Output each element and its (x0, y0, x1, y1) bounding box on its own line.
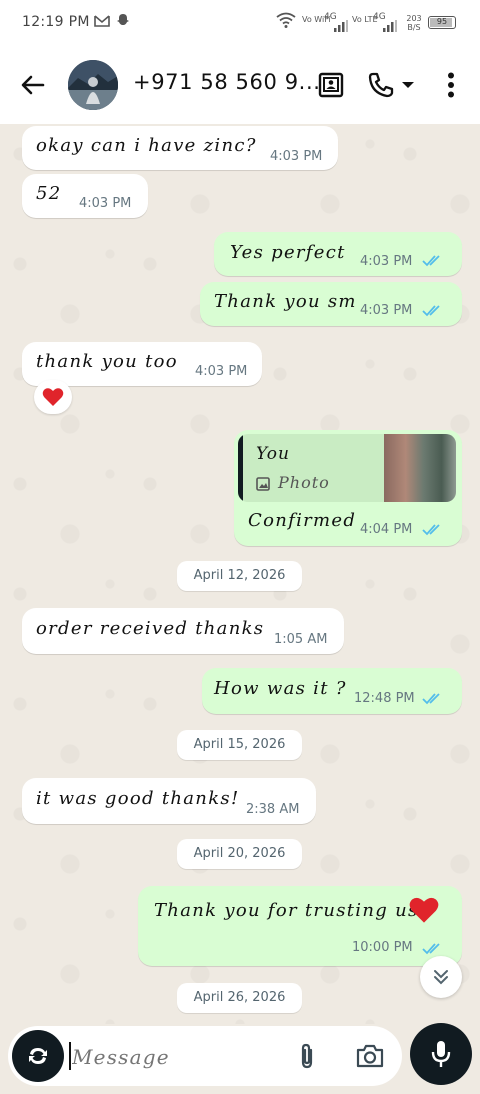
snapchat-icon (116, 13, 130, 31)
reply-sender: You (256, 444, 290, 464)
attach-icon[interactable] (292, 1040, 322, 1072)
heart-icon (409, 897, 439, 923)
message-text: Thank you sm (214, 291, 357, 312)
message-input[interactable] (70, 1036, 274, 1078)
message-time: 4:04 PM (360, 522, 413, 537)
date-separator: April 26, 2026 (177, 983, 302, 1013)
quoted-reply[interactable]: You Photo (238, 434, 456, 502)
signal-icon-2 (383, 18, 397, 36)
reply-bar (238, 434, 243, 502)
reply-kind: Photo (278, 473, 330, 492)
message-text: Thank you for trusting us (154, 900, 419, 921)
voice-message-button[interactable] (410, 1023, 472, 1085)
battery-level: 95 (436, 17, 448, 26)
chat-header: +971 58 560 9... (0, 48, 480, 124)
message-time: 1:05 AM (274, 632, 328, 647)
message-text: Yes perfect (230, 242, 346, 263)
date-separator: April 15, 2026 (177, 730, 302, 760)
phone-icon[interactable] (364, 68, 398, 102)
contact-title[interactable]: +971 58 560 9... (133, 70, 321, 94)
avatar[interactable] (68, 60, 118, 110)
message-time: 4:03 PM (79, 196, 132, 211)
sticker-button[interactable] (12, 1030, 64, 1082)
message-time: 4:03 PM (360, 254, 413, 269)
scroll-down-button[interactable] (420, 956, 462, 998)
date-separator: April 20, 2026 (177, 839, 302, 869)
photo-thumbnail[interactable] (384, 434, 456, 502)
image-icon (256, 477, 270, 491)
net-speed-label: 203 B/S (406, 14, 422, 32)
read-tick-icon (422, 943, 440, 955)
message-text: okay can i have zinc? (36, 135, 257, 156)
message-text: order received thanks (36, 618, 265, 639)
status-bar: 12:19 PM Vo WiFi 4G Vo LTE 4G 203 B/S 95 (0, 0, 480, 48)
message-bubble-incoming[interactable]: it was good thanks! 2:38 AM (22, 778, 316, 824)
chat-area[interactable]: okay can i have zinc? 4:03 PM 52 4:03 PM… (0, 124, 480, 1024)
scroll-down-icon (434, 970, 448, 985)
message-text: 52 (36, 183, 62, 204)
wifi-icon (276, 12, 296, 32)
message-bubble-outgoing[interactable]: Thank you for trusting us 10:00 PM (138, 886, 462, 966)
read-tick-icon (422, 693, 440, 705)
status-time: 12:19 PM (22, 14, 90, 30)
heart-icon (42, 388, 64, 406)
message-time: 10:00 PM (352, 940, 413, 955)
back-arrow-icon[interactable] (18, 70, 48, 100)
mic-icon (431, 1041, 451, 1067)
message-time: 4:03 PM (360, 303, 413, 318)
sticker-icon (29, 1048, 47, 1064)
message-text: Confirmed (248, 510, 357, 531)
message-bubble-outgoing[interactable]: How was it ? 12:48 PM (202, 668, 462, 714)
date-separator: April 12, 2026 (177, 561, 302, 591)
read-tick-icon (422, 305, 440, 317)
reaction-badge[interactable] (34, 380, 72, 414)
message-text: How was it ? (214, 678, 347, 699)
message-composer (8, 1026, 402, 1086)
camera-icon[interactable] (354, 1042, 386, 1070)
message-bubble-incoming[interactable]: okay can i have zinc? 4:03 PM (22, 126, 338, 170)
message-time: 4:03 PM (195, 364, 248, 379)
more-vert-icon[interactable] (434, 68, 468, 102)
message-text: it was good thanks! (36, 788, 240, 809)
message-bubble-outgoing[interactable]: Thank you sm 4:03 PM (200, 282, 462, 326)
read-tick-icon (422, 524, 440, 536)
message-time: 2:38 AM (246, 802, 300, 817)
message-time: 12:48 PM (354, 691, 415, 706)
read-tick-icon (422, 255, 440, 267)
message-bubble-incoming[interactable]: 52 4:03 PM (22, 174, 148, 218)
message-bubble-outgoing[interactable]: You Photo Confirmed 4:04 PM (234, 430, 462, 546)
battery-icon: 95 (428, 15, 456, 33)
contact-card-icon[interactable] (314, 68, 348, 102)
message-bubble-outgoing[interactable]: Yes perfect 4:03 PM (214, 232, 462, 276)
message-time: 4:03 PM (270, 149, 323, 164)
message-text: thank you too (36, 351, 178, 372)
message-bubble-incoming[interactable]: order received thanks 1:05 AM (22, 608, 344, 654)
dropdown-icon[interactable] (398, 68, 418, 102)
gmail-icon (94, 13, 110, 31)
signal-icon-1 (334, 18, 348, 36)
